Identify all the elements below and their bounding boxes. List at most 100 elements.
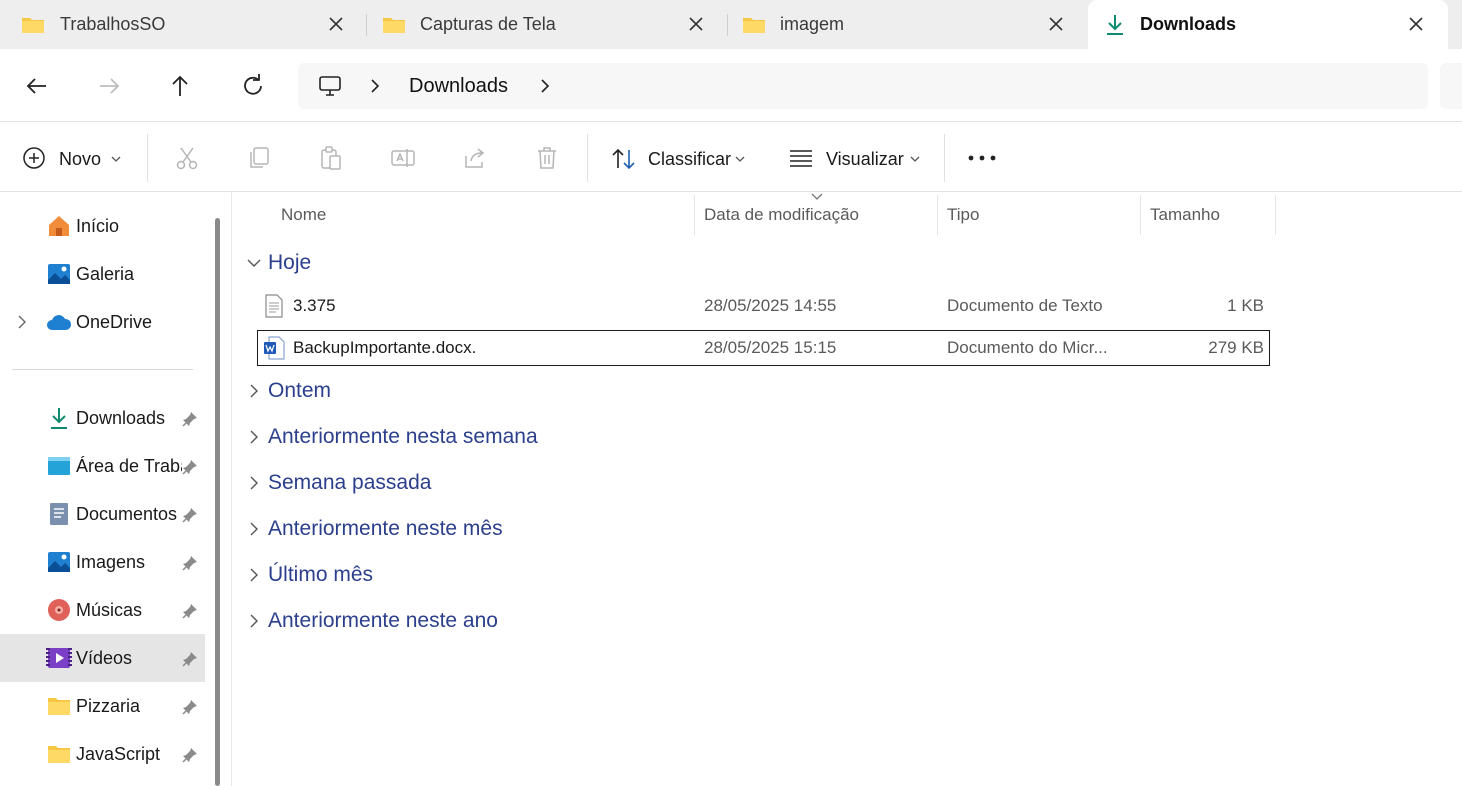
folder-icon	[22, 18, 44, 33]
sidebar-item-pizzaria[interactable]: Pizzaria	[0, 682, 205, 730]
column-header-name[interactable]: Nome	[281, 205, 326, 225]
column-divider[interactable]	[937, 195, 938, 235]
download-icon	[1107, 15, 1123, 35]
close-icon[interactable]	[1404, 12, 1428, 36]
breadcrumb-downloads[interactable]: Downloads	[409, 75, 508, 98]
group-label: Semana passada	[268, 471, 432, 494]
column-divider[interactable]	[694, 195, 695, 235]
paste-icon[interactable]	[318, 145, 344, 171]
sidebar-item-videos[interactable]: Vídeos	[0, 634, 205, 682]
group-header-ultimo-mes[interactable]: Último mês	[244, 557, 644, 593]
chevron-right-icon[interactable]	[244, 381, 264, 401]
plus-circle-icon	[23, 147, 45, 169]
cloud-icon	[47, 315, 72, 330]
sidebar-scrollbar[interactable]	[215, 218, 220, 786]
chevron-right-icon[interactable]	[244, 611, 264, 631]
delete-icon[interactable]	[534, 145, 560, 171]
back-arrow-icon[interactable]	[22, 71, 52, 101]
group-header-hoje[interactable]: Hoje	[244, 245, 544, 281]
file-date: 28/05/2025 15:15	[704, 338, 837, 357]
sort-button[interactable]: Classificar	[606, 136, 756, 180]
sidebar-item-javascript[interactable]: JavaScript	[0, 730, 205, 778]
tab-downloads[interactable]: Downloads	[1088, 0, 1448, 49]
pin-icon[interactable]	[181, 650, 199, 668]
group-header-anteriormente-neste-ano[interactable]: Anteriormente neste ano	[244, 603, 644, 639]
this-pc-icon[interactable]	[318, 74, 342, 98]
new-label: Novo	[59, 149, 102, 169]
music-icon	[48, 599, 70, 621]
pin-icon[interactable]	[181, 746, 199, 764]
sidebar-item-inicio[interactable]: Início	[0, 202, 205, 250]
group-label: Anteriormente nesta semana	[268, 425, 538, 448]
chevron-right-icon[interactable]	[536, 77, 554, 95]
pin-icon[interactable]	[181, 458, 199, 476]
folder-icon	[383, 18, 405, 33]
column-header-type[interactable]: Tipo	[947, 205, 979, 225]
text-file-icon	[265, 294, 283, 318]
file-name: BackupImportante.docx.	[293, 338, 477, 357]
sidebar-item-label: Vídeos	[76, 648, 133, 668]
search-box[interactable]	[1440, 63, 1462, 109]
share-icon[interactable]	[462, 145, 488, 171]
more-options-icon[interactable]	[966, 150, 998, 166]
file-size: 279 KB	[1208, 338, 1264, 357]
group-header-ontem[interactable]: Ontem	[244, 373, 644, 409]
close-icon[interactable]	[324, 12, 348, 36]
file-date: 28/05/2025 14:55	[704, 296, 837, 315]
pin-icon[interactable]	[181, 698, 199, 716]
tab-trabalhosso[interactable]: TrabalhosSO	[0, 0, 366, 49]
address-bar[interactable]: Downloads	[298, 63, 1428, 109]
chevron-right-icon[interactable]	[244, 427, 264, 447]
pin-icon[interactable]	[181, 506, 199, 524]
refresh-icon[interactable]	[238, 71, 268, 101]
new-button[interactable]: Novo	[14, 136, 132, 180]
group-label: Ontem	[268, 379, 332, 402]
sort-icon	[612, 148, 635, 170]
column-header-size[interactable]: Tamanho	[1150, 205, 1220, 225]
chevron-right-icon[interactable]	[366, 77, 384, 95]
close-icon[interactable]	[1044, 12, 1068, 36]
sidebar-item-galeria[interactable]: Galeria	[0, 250, 205, 298]
chevron-down-icon	[910, 156, 920, 162]
file-row[interactable]: BackupImportante.docx. 28/05/2025 15:15 …	[257, 330, 1270, 366]
sidebar-item-documentos[interactable]: Documentos	[0, 490, 205, 538]
forward-arrow-icon[interactable]	[94, 71, 124, 101]
sidebar-item-musicas[interactable]: Músicas	[0, 586, 205, 634]
group-header-anteriormente-nesta-semana[interactable]: Anteriormente nesta semana	[244, 419, 644, 455]
view-button[interactable]: Visualizar	[784, 136, 932, 180]
pin-icon[interactable]	[181, 410, 199, 428]
tab-imagem[interactable]: imagem	[728, 0, 1086, 49]
sidebar-item-desktop[interactable]: Área de Trabalho	[0, 442, 205, 490]
chevron-right-icon[interactable]	[244, 565, 264, 585]
sidebar-item-label: JavaScript	[76, 744, 161, 764]
column-divider[interactable]	[1275, 195, 1276, 235]
group-header-anteriormente-neste-mes[interactable]: Anteriormente neste mês	[244, 511, 644, 547]
tab-capturas-de-tela[interactable]: Capturas de Tela	[367, 0, 727, 49]
close-icon[interactable]	[684, 12, 708, 36]
folder-icon	[743, 18, 765, 33]
column-header-date[interactable]: Data de modificação	[704, 205, 859, 225]
chevron-right-icon[interactable]	[14, 314, 30, 330]
chevron-down-icon[interactable]	[244, 253, 264, 273]
rename-icon[interactable]	[390, 145, 416, 171]
chevron-right-icon[interactable]	[244, 473, 264, 493]
word-file-icon	[264, 336, 285, 360]
sidebar-item-downloads[interactable]: Downloads	[0, 394, 205, 442]
sidebar-item-onedrive[interactable]: OneDrive	[0, 298, 205, 346]
chevron-right-icon[interactable]	[244, 519, 264, 539]
pin-icon[interactable]	[181, 602, 199, 620]
column-divider[interactable]	[1140, 195, 1141, 235]
pin-icon[interactable]	[181, 554, 199, 572]
group-header-semana-passada[interactable]: Semana passada	[244, 465, 644, 501]
copy-icon[interactable]	[246, 145, 272, 171]
chevron-down-icon	[111, 156, 121, 162]
sidebar-item-label: Galeria	[76, 264, 135, 284]
tab-label: Capturas de Tela	[420, 14, 556, 34]
file-type: Documento do Micr...	[947, 338, 1108, 357]
up-arrow-icon[interactable]	[165, 71, 195, 101]
tab-label: Downloads	[1140, 14, 1237, 34]
sidebar-item-imagens[interactable]: Imagens	[0, 538, 205, 586]
cut-icon[interactable]	[174, 145, 200, 171]
sidebar-item-label: Documentos	[76, 504, 178, 524]
file-row[interactable]: 3.375 28/05/2025 14:55 Documento de Text…	[257, 288, 1270, 324]
